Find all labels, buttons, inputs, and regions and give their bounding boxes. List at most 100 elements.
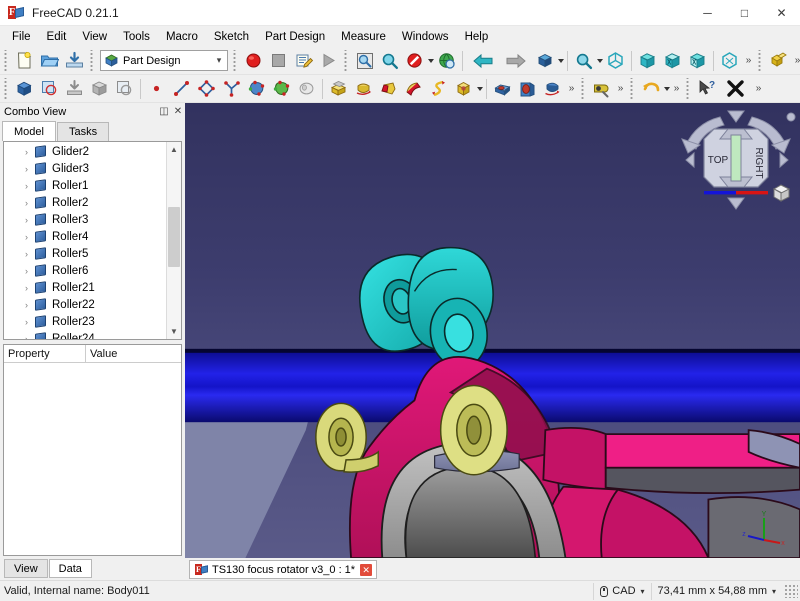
- toolbar-grip[interactable]: [629, 77, 636, 100]
- tree-item-roller2[interactable]: › Roller2: [4, 194, 166, 211]
- new-document-icon[interactable]: [12, 49, 37, 73]
- chevron-down-icon[interactable]: [558, 58, 564, 63]
- menu-measure[interactable]: Measure: [333, 27, 394, 47]
- property-editor-body[interactable]: [4, 363, 181, 555]
- open-document-icon[interactable]: [37, 49, 62, 73]
- axonometric-view-icon[interactable]: [603, 49, 628, 73]
- tree-scrollbar[interactable]: ▲ ▼: [166, 142, 181, 339]
- expand-arrow-icon[interactable]: ›: [20, 232, 33, 242]
- undo-icon[interactable]: [638, 77, 663, 101]
- additive-primitive-icon[interactable]: [451, 77, 476, 101]
- menu-tools[interactable]: Tools: [115, 27, 158, 47]
- toolbar-overflow-button[interactable]: »: [752, 77, 765, 101]
- point-icon[interactable]: [144, 77, 169, 101]
- polyline-icon[interactable]: [194, 77, 219, 101]
- toolbar-overflow-button[interactable]: »: [565, 77, 578, 101]
- scroll-track[interactable]: [167, 157, 181, 324]
- menu-edit[interactable]: Edit: [39, 27, 75, 47]
- toolbar-grip[interactable]: [580, 77, 587, 100]
- workbench-selector[interactable]: Part Design ▾: [100, 50, 228, 71]
- maximize-button[interactable]: □: [726, 0, 763, 26]
- chevron-down-icon[interactable]: [477, 86, 483, 91]
- macro-edit-icon[interactable]: [291, 49, 316, 73]
- expand-arrow-icon[interactable]: ›: [20, 317, 33, 327]
- scroll-down-button[interactable]: ▼: [167, 324, 181, 339]
- menu-help[interactable]: Help: [457, 27, 497, 47]
- draw-style-icon[interactable]: [402, 49, 427, 73]
- toolbar-grip[interactable]: [343, 49, 350, 72]
- expand-arrow-icon[interactable]: ›: [20, 283, 33, 293]
- create-sketch-icon[interactable]: [37, 77, 62, 101]
- toolbar-grip[interactable]: [685, 77, 692, 100]
- tree-item-roller5[interactable]: › Roller5: [4, 245, 166, 262]
- whats-this-icon[interactable]: ?: [694, 77, 719, 101]
- rear-view-icon[interactable]: [717, 49, 742, 73]
- tree-item-roller22[interactable]: › Roller22: [4, 296, 166, 313]
- sweep-icon[interactable]: [294, 77, 319, 101]
- expand-arrow-icon[interactable]: ›: [20, 147, 33, 157]
- toolbar-overflow-button[interactable]: »: [614, 77, 627, 101]
- expand-arrow-icon[interactable]: ›: [20, 300, 33, 310]
- menu-windows[interactable]: Windows: [394, 27, 457, 47]
- expand-arrow-icon[interactable]: ›: [20, 164, 33, 174]
- map-sketch-icon[interactable]: [112, 77, 137, 101]
- create-body-icon[interactable]: [12, 77, 37, 101]
- expand-arrow-icon[interactable]: ›: [20, 215, 33, 225]
- hole-icon[interactable]: [515, 77, 540, 101]
- menu-macro[interactable]: Macro: [158, 27, 206, 47]
- measure-icon[interactable]: [589, 77, 614, 101]
- loft-icon[interactable]: [376, 77, 401, 101]
- chevron-down-icon[interactable]: ▾: [772, 587, 776, 596]
- macro-execute-icon[interactable]: [316, 49, 341, 73]
- revolution-icon[interactable]: [351, 77, 376, 101]
- navigation-cube[interactable]: TOP RIGHT: [676, 105, 796, 213]
- close-icon[interactable]: ✕: [171, 106, 185, 117]
- fit-all-icon[interactable]: [352, 49, 377, 73]
- document-tab[interactable]: F TS130 focus rotator v3_0 : 1* ✕: [189, 560, 378, 579]
- scroll-up-button[interactable]: ▲: [167, 142, 181, 157]
- tree-item-roller21[interactable]: › Roller21: [4, 279, 166, 296]
- toolbar-overflow-button[interactable]: »: [742, 49, 755, 73]
- back-view-icon[interactable]: [466, 49, 499, 73]
- pipe-icon[interactable]: [401, 77, 426, 101]
- zoom-icon[interactable]: [571, 49, 596, 73]
- toolbar-overflow-button[interactable]: »: [791, 49, 800, 73]
- toolbar-grip[interactable]: [3, 77, 10, 100]
- stereo-view-icon[interactable]: [434, 49, 459, 73]
- front-view-icon[interactable]: [635, 49, 660, 73]
- pad-icon[interactable]: [326, 77, 351, 101]
- scroll-thumb[interactable]: [168, 207, 180, 268]
- groove-icon[interactable]: [540, 77, 565, 101]
- tree-item-roller23[interactable]: › Roller23: [4, 313, 166, 330]
- document-tab-close-button[interactable]: ✕: [360, 563, 373, 576]
- create-datum-icon[interactable]: [87, 77, 112, 101]
- tab-model[interactable]: Model: [2, 121, 56, 141]
- chevron-down-icon[interactable]: ▾: [211, 55, 227, 66]
- tree-item-roller1[interactable]: › Roller1: [4, 177, 166, 194]
- fit-selection-icon[interactable]: [377, 49, 402, 73]
- tree-item-roller6[interactable]: › Roller6: [4, 262, 166, 279]
- constraint-icon[interactable]: [219, 77, 244, 101]
- extrude-face-icon[interactable]: [269, 77, 294, 101]
- right-view-icon[interactable]: [685, 49, 710, 73]
- toolbar-grip[interactable]: [757, 49, 764, 72]
- expand-arrow-icon[interactable]: ›: [20, 249, 33, 259]
- tree-item-roller4[interactable]: › Roller4: [4, 228, 166, 245]
- pocket-icon[interactable]: [490, 77, 515, 101]
- helix-icon[interactable]: [426, 77, 451, 101]
- tab-data[interactable]: Data: [48, 558, 92, 578]
- expand-arrow-icon[interactable]: ›: [20, 334, 33, 340]
- tab-tasks[interactable]: Tasks: [56, 122, 110, 141]
- chevron-down-icon[interactable]: ▾: [641, 587, 645, 596]
- macro-stop-icon[interactable]: [266, 49, 291, 73]
- menu-file[interactable]: File: [4, 27, 39, 47]
- menu-sketch[interactable]: Sketch: [206, 27, 257, 47]
- toolbar-grip[interactable]: [232, 49, 239, 72]
- close-icon[interactable]: [719, 77, 752, 101]
- undock-icon[interactable]: ◫: [157, 106, 171, 117]
- 3d-viewport[interactable]: TOP RIGHT Y z x: [185, 103, 800, 558]
- toolbar-grip[interactable]: [89, 49, 96, 72]
- toolbar-overflow-button[interactable]: »: [670, 77, 683, 101]
- tree-item-roller24[interactable]: › Roller24: [4, 330, 166, 339]
- tree-item-glider2[interactable]: › Glider2: [4, 143, 166, 160]
